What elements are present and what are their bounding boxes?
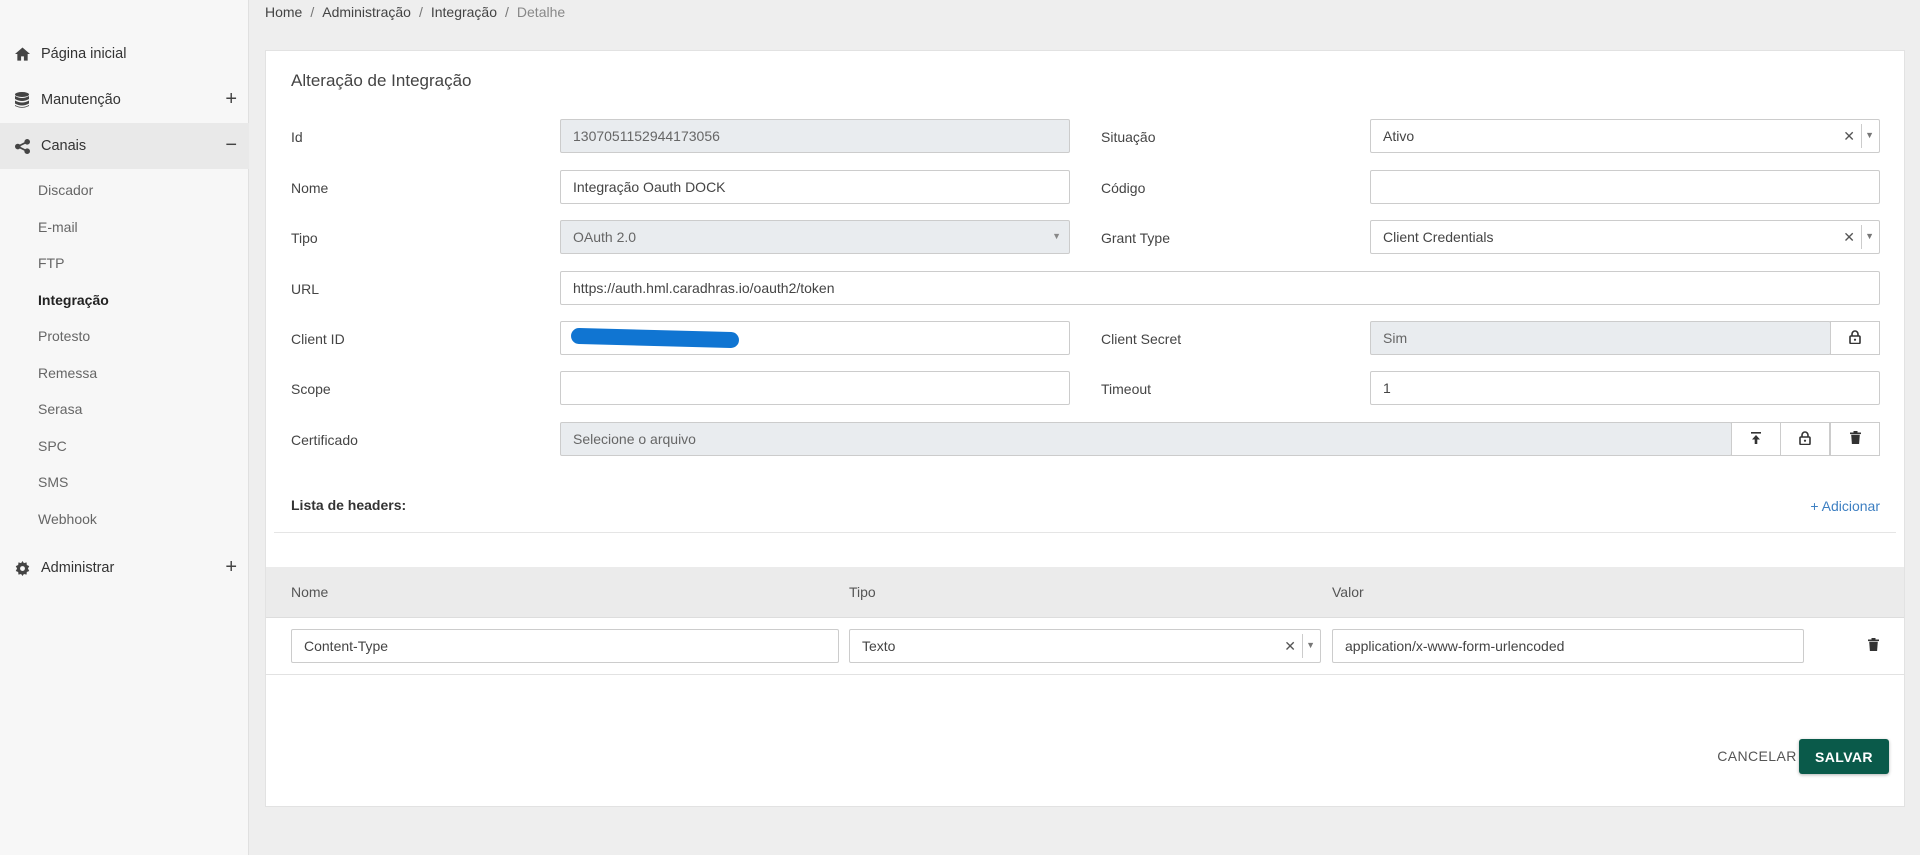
sidebar-subitem-sms[interactable]: SMS [38,474,68,490]
sidebar-subitem-discador[interactable]: Discador [38,182,93,198]
sidebar-subitem-ftp[interactable]: FTP [38,255,64,271]
sidebar-subitem-spc[interactable]: SPC [38,438,67,454]
add-header-link[interactable]: + Adicionar [1810,498,1880,514]
url-label: URL [291,281,320,297]
clear-icon[interactable]: ✕ [1843,128,1855,145]
trash-icon [1849,431,1861,447]
divider [266,674,1904,675]
codigo-label: Código [1101,180,1146,196]
delete-header-button[interactable] [1865,638,1881,654]
unlock-certificate-button[interactable] [1780,422,1830,456]
upload-button[interactable] [1731,422,1781,456]
lock-icon [1849,329,1861,347]
certificado-file-input[interactable]: Selecione o arquivo [560,422,1732,456]
client-secret-field: Sim [1370,321,1831,355]
nome-input[interactable]: Integração Oauth DOCK [560,170,1070,204]
situacao-label: Situação [1101,129,1156,145]
integration-form-card: Alteração de Integração Id 1307051152944… [265,50,1905,807]
sidebar-subitem-protesto[interactable]: Protesto [38,328,90,344]
sidebar-subitem-serasa[interactable]: Serasa [38,401,82,417]
breadcrumb-separator: / [418,4,423,20]
sidebar-subitem-remessa[interactable]: Remessa [38,365,97,381]
chevron-down-icon: ▼ [1052,231,1061,241]
select-divider [1861,124,1862,148]
client-id-input[interactable] [560,321,1070,355]
timeout-input[interactable]: 1 [1370,371,1880,405]
sidebar-item-canais[interactable]: Canais − [0,123,249,169]
sidebar-item-label: Manutenção [41,92,121,108]
sidebar: Página inicial Manutenção + Canais − Dis… [0,0,249,855]
expand-icon[interactable]: + [225,89,237,109]
header-nome-input[interactable]: Content-Type [291,629,839,663]
breadcrumb-home[interactable]: Home [265,4,302,20]
column-header-valor: Valor [1332,584,1364,600]
id-label: Id [291,129,303,145]
chevron-down-icon[interactable]: ▼ [1865,231,1874,241]
lock-icon [1799,430,1811,448]
sidebar-item-home[interactable]: Página inicial [0,31,249,77]
nome-label: Nome [291,180,329,196]
breadcrumb-separator: / [505,4,509,20]
select-divider [1861,225,1862,249]
url-input[interactable]: https://auth.hml.caradhras.io/oauth2/tok… [560,271,1880,305]
collapse-icon[interactable]: − [225,135,237,155]
divider [274,532,1896,533]
situacao-select[interactable]: Ativo ✕ ▼ [1370,119,1880,153]
unlock-secret-button[interactable] [1830,321,1880,355]
cancel-button[interactable]: CANCELAR [1702,739,1812,773]
header-valor-input[interactable]: application/x-www-form-urlencoded [1332,629,1804,663]
gear-icon [14,560,30,576]
timeout-label: Timeout [1101,381,1152,397]
scope-label: Scope [291,381,331,397]
certificado-label: Certificado [291,432,358,448]
scope-input[interactable] [560,371,1070,405]
grant-type-label: Grant Type [1101,230,1171,246]
breadcrumb-current: Detalhe [516,4,566,20]
client-secret-label: Client Secret [1101,331,1182,347]
chevron-down-icon[interactable]: ▼ [1306,640,1315,650]
client-id-label: Client ID [291,331,345,347]
column-header-nome: Nome [291,584,329,600]
tipo-select: OAuth 2.0 ▼ [560,220,1070,254]
breadcrumb-administracao[interactable]: Administração [322,4,411,20]
chevron-down-icon[interactable]: ▼ [1865,130,1874,140]
sidebar-item-manutencao[interactable]: Manutenção + [0,77,249,123]
share-icon [14,138,30,154]
sidebar-item-label: Página inicial [41,46,127,62]
clear-icon[interactable]: ✕ [1284,638,1296,655]
tipo-label: Tipo [291,230,318,246]
save-button[interactable]: SALVAR [1799,739,1889,774]
clear-icon[interactable]: ✕ [1843,229,1855,246]
delete-certificate-button[interactable] [1830,422,1880,456]
sidebar-item-label: Administrar [41,560,115,576]
id-field: 1307051152944173056 [560,119,1070,153]
breadcrumb: Home / Administração / Integração / Deta… [265,4,565,20]
select-divider [1302,634,1303,658]
sidebar-item-administrar[interactable]: Administrar + [0,545,249,591]
sidebar-item-label: Canais [41,138,87,154]
column-header-tipo: Tipo [849,584,876,600]
headers-table-head: Nome Tipo Valor [266,567,1904,618]
sidebar-subitem-integracao[interactable]: Integração [38,292,109,308]
upload-icon [1751,431,1761,447]
trash-icon [1867,638,1879,654]
breadcrumb-integracao[interactable]: Integração [431,4,497,20]
headers-title: Lista de headers: [291,497,407,513]
redaction-mark [570,327,740,349]
grant-type-select[interactable]: Client Credentials ✕ ▼ [1370,220,1880,254]
expand-icon[interactable]: + [225,557,237,577]
page-title: Alteração de Integração [291,71,472,90]
database-icon [14,92,30,108]
sidebar-subitem-e-mail[interactable]: E-mail [38,219,78,235]
header-tipo-select[interactable]: Texto ✕ ▼ [849,629,1321,663]
codigo-input[interactable] [1370,170,1880,204]
home-icon [14,46,30,62]
sidebar-subitem-webhook[interactable]: Webhook [38,511,97,527]
breadcrumb-separator: / [310,4,315,20]
